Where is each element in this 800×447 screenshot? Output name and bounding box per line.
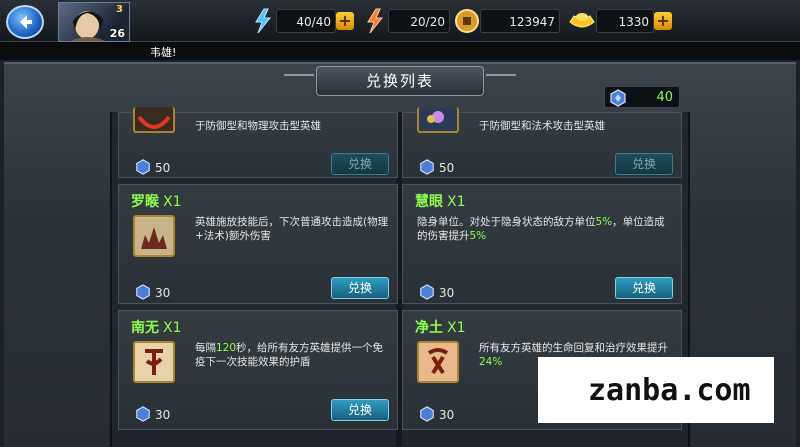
item-price-value: 30: [439, 408, 455, 422]
item-icon: [417, 107, 459, 133]
flower-gem-icon: [427, 111, 444, 123]
exchange-card-luohou: 罗睺 X1 英雄施放技能后，下次普通攻击造成(物理+法术)额外伤害 30 兑换: [118, 184, 398, 304]
gold-value: 1330: [618, 15, 649, 29]
exchange-currency-balance: 40: [604, 86, 680, 108]
back-arrow-icon: [20, 15, 32, 29]
player-rank: 3: [116, 4, 123, 15]
title-ornament-left: [284, 74, 314, 88]
desc-highlight: 120: [216, 342, 237, 354]
exchange-button[interactable]: 兑换: [331, 153, 389, 175]
item-icon: [133, 107, 175, 133]
exchange-button[interactable]: 兑换: [615, 153, 673, 175]
stamina-counter: 40/40: [276, 9, 336, 33]
item-description: 于防御型和法术攻击型英雄: [479, 120, 605, 132]
item-price: 30: [419, 403, 454, 422]
item-price-value: 30: [155, 286, 171, 300]
item-price-value: 30: [439, 286, 455, 300]
coin-icon: [455, 9, 479, 33]
desc-highlight: 5%: [595, 216, 613, 228]
energy-counter: 20/20: [388, 9, 450, 33]
item-quantity: X1: [163, 194, 182, 210]
item-name-text: 罗睺: [131, 194, 159, 210]
item-description: 每隔120秒，给所有友方英雄提供一个免疫下一次技能效果的护盾: [195, 341, 391, 369]
flame-totem-icon: [141, 227, 167, 249]
player-level: 26: [109, 27, 125, 40]
desc-highlight: 24%: [479, 356, 503, 368]
item-icon: [133, 215, 175, 257]
item-name: 南无 X1: [131, 317, 182, 337]
sanskrit-rune-icon: [145, 349, 163, 375]
crystal-icon: [420, 284, 434, 300]
item-price: 50: [135, 156, 170, 175]
item-icon: [133, 341, 175, 383]
exchange-card: 于防御型和物理攻击型英雄 50 兑换: [118, 107, 398, 178]
energy-value: 20/20: [410, 15, 445, 29]
exchange-card-nanwu: 南无 X1 每隔120秒，给所有友方英雄提供一个免疫下一次技能效果的护盾 30 兑…: [118, 310, 398, 430]
item-description: 于防御型和物理攻击型英雄: [195, 120, 321, 132]
crystal-icon: [136, 284, 150, 300]
item-quantity: X1: [447, 320, 466, 336]
item-name-text: 南无: [131, 320, 159, 336]
gold-ingot-icon: [569, 13, 595, 28]
item-price: 30: [419, 281, 454, 300]
coin-value: 123947: [509, 15, 555, 29]
top-bar: 3 26 40/40 + 20/20 123947 1330 +: [0, 0, 800, 42]
desc-highlight: 5%: [469, 230, 487, 242]
exchange-card-huiyan: 慧眼 X1 隐身单位。对处于隐身状态的敌方单位5%，单位造成的伤害提升5% 30 …: [402, 184, 682, 304]
item-quantity: X1: [163, 320, 182, 336]
add-gold-button[interactable]: +: [654, 12, 672, 30]
item-name-text: 净土: [415, 320, 443, 336]
item-icon: [417, 341, 459, 383]
item-name: 慧眼 X1: [415, 191, 466, 211]
exchange-currency-value: 40: [656, 90, 673, 105]
exchange-card: 于防御型和法术攻击型英雄 50 兑换: [402, 107, 682, 178]
crystal-icon: [610, 89, 626, 107]
fire-sigil-icon: [137, 115, 171, 129]
item-price: 30: [135, 403, 170, 422]
desc-part: 每隔: [195, 342, 216, 354]
exchange-button[interactable]: 兑换: [331, 399, 389, 421]
add-stamina-button[interactable]: +: [336, 12, 354, 30]
desc-part: 隐身单位。对处于隐身状态的敌方单位: [417, 216, 596, 228]
coin-counter: 123947: [480, 9, 560, 33]
item-price-value: 50: [439, 161, 455, 175]
item-price: 50: [419, 156, 454, 175]
player-avatar[interactable]: 3 26: [58, 2, 130, 42]
exchange-button[interactable]: 兑换: [331, 277, 389, 299]
item-price: 30: [135, 281, 170, 300]
panel-title: 兑换列表: [316, 66, 484, 96]
item-description: 英雄施放技能后，下次普通攻击造成(物理+法术)额外伤害: [195, 216, 389, 242]
crystal-icon: [136, 159, 150, 175]
item-price-value: 30: [155, 408, 171, 422]
energy-icon: [367, 8, 384, 34]
crystal-icon: [420, 159, 434, 175]
announcement-text: 韦雄!: [150, 46, 177, 59]
item-price-value: 50: [155, 161, 171, 175]
crystal-icon: [136, 406, 150, 422]
item-name-text: 慧眼: [415, 194, 443, 210]
watermark-text: zanba.com: [588, 373, 751, 408]
stamina-value: 40/40: [296, 15, 331, 29]
item-name: 罗睺 X1: [131, 191, 182, 211]
announcement-bar: 韦雄!: [0, 42, 800, 60]
stamina-icon: [255, 8, 272, 34]
sanskrit-rune-icon: [427, 348, 449, 375]
item-quantity: X1: [447, 194, 466, 210]
item-name: 净土 X1: [415, 317, 466, 337]
back-button[interactable]: [6, 5, 44, 39]
desc-part: 所有友方英雄的生命回复和治疗效果提升: [479, 342, 668, 354]
crystal-icon: [420, 406, 434, 422]
gold-counter: 1330: [596, 9, 654, 33]
exchange-button[interactable]: 兑换: [615, 277, 673, 299]
title-ornament-right: [486, 74, 516, 88]
item-description: 隐身单位。对处于隐身状态的敌方单位5%，单位造成的伤害提升5%: [417, 215, 675, 243]
